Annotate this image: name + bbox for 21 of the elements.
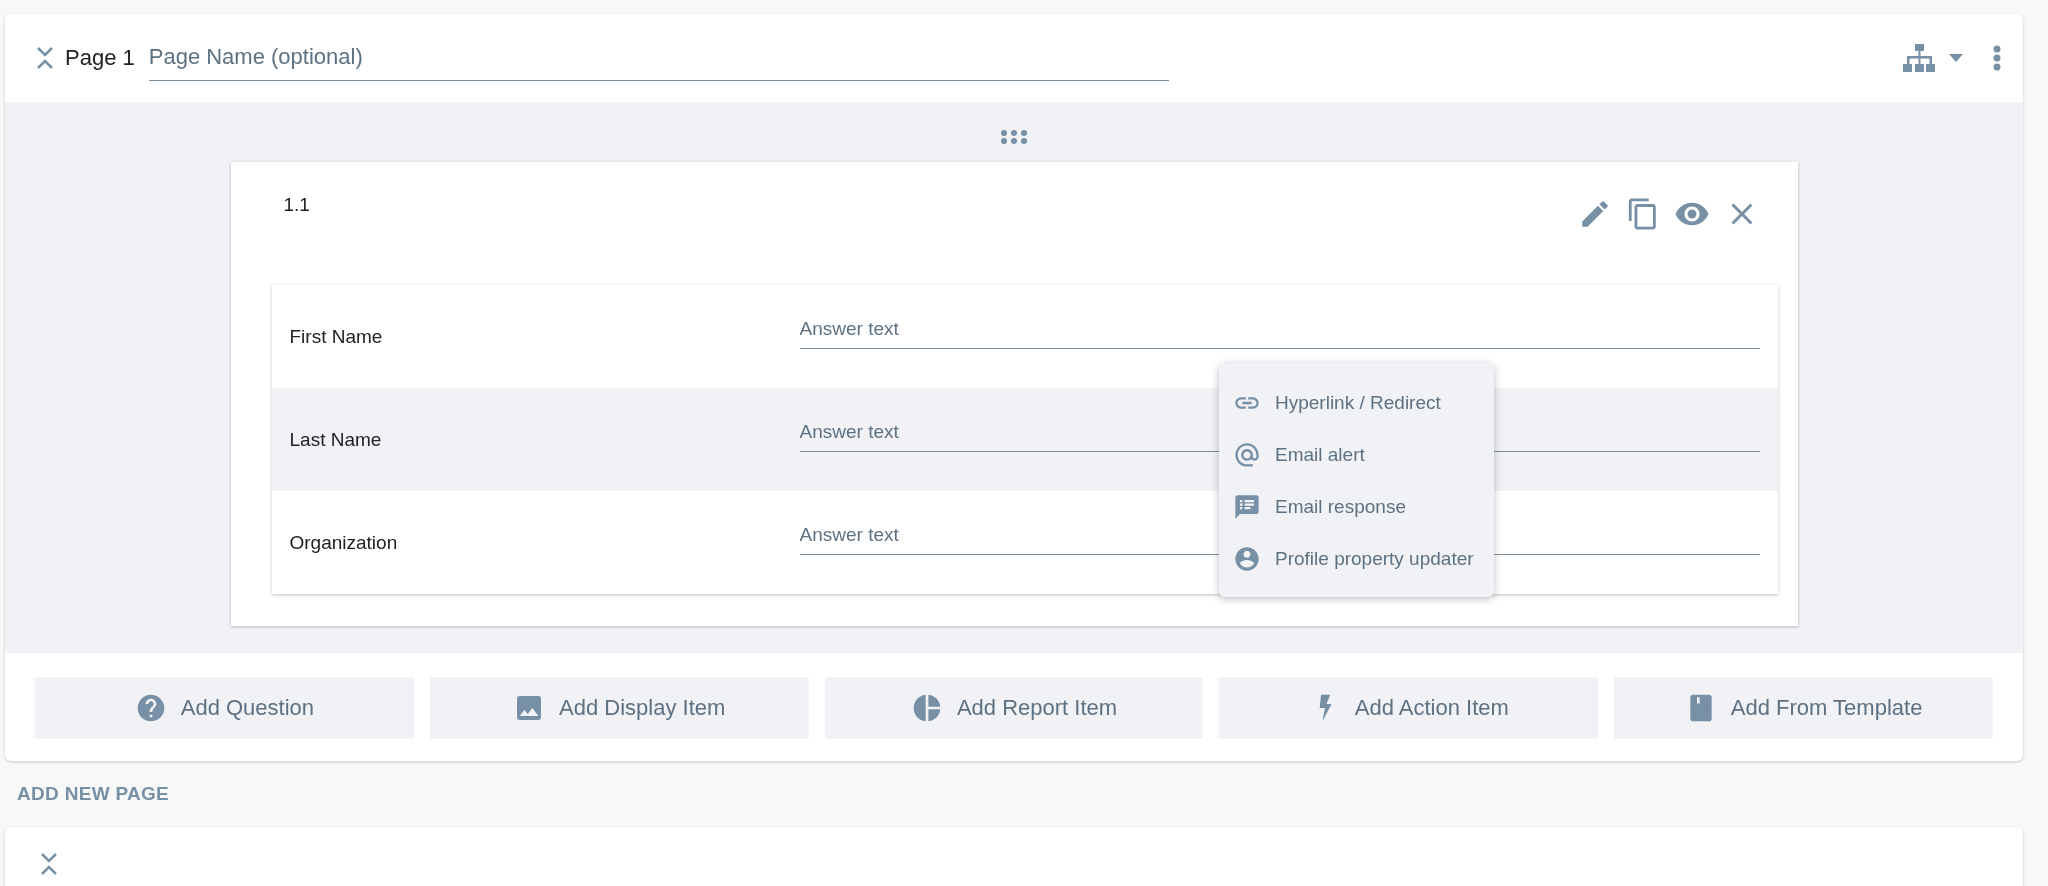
add-item-button[interactable]: Add From Template bbox=[1614, 677, 1993, 739]
field-label: Organization bbox=[288, 531, 399, 554]
add-item-button[interactable]: Add Question bbox=[35, 677, 414, 739]
add-item-button[interactable]: Add Report Item bbox=[824, 677, 1204, 739]
page-number-label: Page 1 bbox=[65, 45, 135, 71]
at-sign-icon bbox=[1233, 441, 1261, 469]
chat-list-icon bbox=[1233, 493, 1261, 521]
field-label: Last Name bbox=[288, 428, 383, 451]
question-number: 1.1 bbox=[283, 194, 310, 216]
collapse-icon[interactable] bbox=[39, 851, 59, 877]
more-options-icon[interactable] bbox=[1993, 45, 2001, 71]
page-name-field[interactable]: Page Name (optional) bbox=[148, 35, 1169, 81]
add-new-page-link[interactable]: ADD NEW PAGE bbox=[17, 783, 170, 805]
answer-field[interactable]: Answer text bbox=[799, 312, 1760, 349]
add-item-button[interactable]: Add Display Item bbox=[429, 677, 809, 739]
collapse-icon[interactable] bbox=[35, 45, 55, 71]
caret-icon[interactable] bbox=[1949, 54, 1963, 62]
drag-handle-icon[interactable] bbox=[1001, 130, 1027, 144]
sitemap-icon[interactable] bbox=[1903, 44, 1935, 72]
field-label: First Name bbox=[288, 325, 384, 348]
add-item-button[interactable]: Add Action Item bbox=[1219, 677, 1599, 739]
